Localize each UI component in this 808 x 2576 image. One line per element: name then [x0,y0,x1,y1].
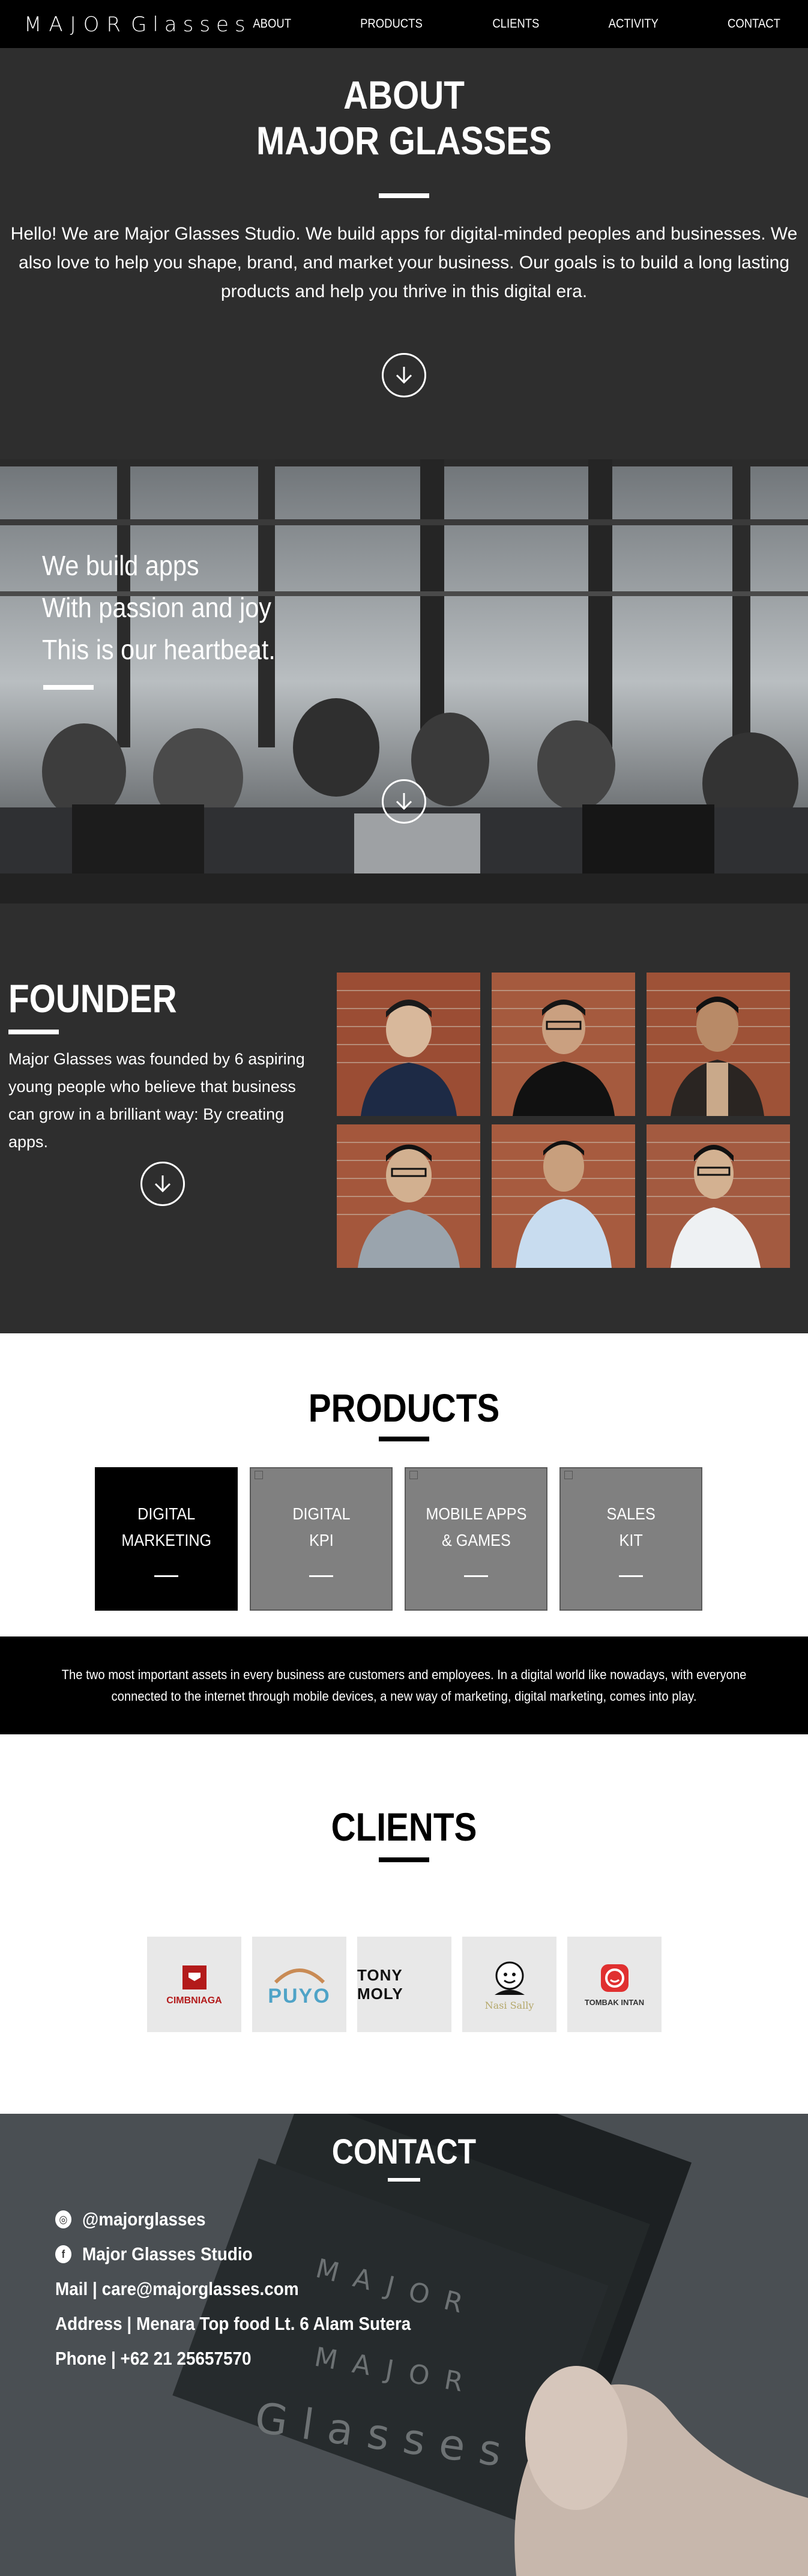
product-description: The two most important assets in every b… [61,1667,747,1704]
about-title-line1: ABOUT [343,73,465,117]
instagram-handle: @majorglasses [82,2209,206,2230]
contact-section: MAJOR MAJOR Glasses CONTACT ◎ @majorglas… [0,2114,808,2576]
client-logo-tony-moly[interactable]: TONY MOLY [357,1937,451,2032]
contact-mail[interactable]: Mail | care@majorglasses.com [55,2278,299,2300]
hero-line-1: We build apps [42,550,199,581]
contact-phone[interactable]: Phone | +62 21 25657570 [55,2348,252,2369]
contact-title: CONTACT [331,2132,477,2171]
hero-line-3: This is our heartbeat. [42,634,276,665]
nav-links: ABOUT PRODUCTS CLIENTS ACTIVITY CONTACT [188,0,784,48]
client-logo-text: PUYO [268,1985,331,2007]
product-card-mobile-apps-games[interactable]: MOBILE APPS & GAMES [405,1467,547,1611]
product-label: SALES KIT [606,1504,656,1549]
client-logo-puyo[interactable]: PUYO [252,1937,346,2032]
product-dash [309,1575,333,1577]
nasi-sally-logo-icon [494,1961,525,1995]
products-title: PRODUCTS [308,1386,500,1430]
nav-link-clients[interactable]: CLIENTS [492,17,539,31]
client-logo-text: CIMBNIAGA [166,1995,222,2006]
clients-title: CLIENTS [331,1805,477,1849]
clients-divider [379,1857,429,1862]
arrow-down-icon [154,1175,171,1193]
client-logo-text: TONY MOLY [357,1965,403,2003]
svg-text:MAJOR: MAJOR [24,13,128,37]
scroll-down-button[interactable] [382,779,426,824]
product-label: MOBILE APPS & GAMES [425,1504,527,1549]
about-title: ABOUT MAJOR GLASSES [56,72,752,163]
founder-text: Major Glasses was founded by 6 aspiring … [8,1050,305,1151]
team-photo [0,459,808,903]
product-card-digital-marketing[interactable]: DIGITAL MARKETING [95,1467,238,1611]
contact-address-text: Address | Menara Top food Lt. 6 Alam Sut… [55,2313,411,2334]
product-card-sales-kit[interactable]: SALES KIT [559,1467,702,1611]
about-section: ABOUT MAJOR GLASSES Hello! We are Major … [0,48,808,459]
about-divider [379,193,429,198]
client-logo-cimb-niaga[interactable]: CIMBNIAGA [147,1937,241,2032]
nav-link-contact[interactable]: CONTACT [728,17,780,31]
product-label: DIGITAL KPI [292,1504,351,1549]
founder-photo [647,973,790,1116]
scroll-down-button[interactable] [140,1162,185,1206]
image-placeholder-icon [564,1471,573,1479]
founder-photo-grid [337,973,790,1268]
cimb-niaga-logo-icon [182,1965,207,1989]
client-logo-text: TOMBAK INTAN [584,1998,645,2007]
business-cards-photo: MAJOR MAJOR Glasses [0,2114,808,2576]
products-section: PRODUCTS DIGITAL MARKETING DIGITAL KPI M… [0,1333,808,1636]
hero-divider [43,685,94,690]
products-divider [379,1437,429,1441]
image-placeholder-icon [409,1471,418,1479]
contact-address: Address | Menara Top food Lt. 6 Alam Sut… [55,2313,411,2335]
product-dash [464,1575,488,1577]
product-label: DIGITAL MARKETING [121,1504,211,1549]
nav-link-about[interactable]: ABOUT [253,17,291,31]
contact-mail-text: Mail | care@majorglasses.com [55,2278,299,2299]
nav-link-activity[interactable]: ACTIVITY [608,17,658,31]
founder-photo [647,1124,790,1268]
clients-section: CLIENTS CIMBNIAGA PUYO TONY MOLY Nasi Sa… [0,1734,808,2114]
founder-divider [8,1030,59,1034]
contact-instagram[interactable]: ◎ @majorglasses [55,2209,206,2230]
founder-title: FOUNDER [8,976,177,1021]
scroll-down-button[interactable] [382,353,426,397]
product-dash [619,1575,643,1577]
arrow-down-icon [396,793,412,810]
client-logo-tombak-intan[interactable]: TOMBAK INTAN [567,1937,662,2032]
puyo-logo-icon [274,1968,325,1984]
tombak-intan-logo-icon [600,1964,629,1992]
founder-photo [337,973,480,1116]
contact-divider [388,2178,420,2182]
instagram-icon: ◎ [55,2210,71,2228]
founder-photo [492,973,635,1116]
product-card-digital-kpi[interactable]: DIGITAL KPI [250,1467,393,1611]
facebook-icon: f [55,2245,71,2263]
about-title-line2: MAJOR GLASSES [256,118,552,163]
team-hero-section: We build apps With passion and joy This … [0,459,808,903]
top-nav: MAJOR Glasses ABOUT PRODUCTS CLIENTS ACT… [0,0,808,48]
about-text: Hello! We are Major Glasses Studio. We b… [10,224,798,301]
arrow-down-icon [396,367,412,384]
product-dash [154,1575,178,1577]
founder-photo [492,1124,635,1268]
founder-section: FOUNDER Major Glasses was founded by 6 a… [0,903,808,1333]
hero-line-2: With passion and joy [42,592,272,623]
contact-phone-text: Phone | +62 21 25657570 [55,2348,252,2369]
client-logo-nasi-sally[interactable]: Nasi Sally [462,1937,556,2032]
facebook-page: Major Glasses Studio [82,2243,253,2264]
image-placeholder-icon [255,1471,263,1479]
contact-facebook[interactable]: f Major Glasses Studio [55,2243,253,2265]
client-logo-text: Nasi Sally [484,2000,534,2011]
product-description-banner: The two most important assets in every b… [0,1636,808,1734]
nav-link-products[interactable]: PRODUCTS [360,17,423,31]
founder-photo [337,1124,480,1268]
